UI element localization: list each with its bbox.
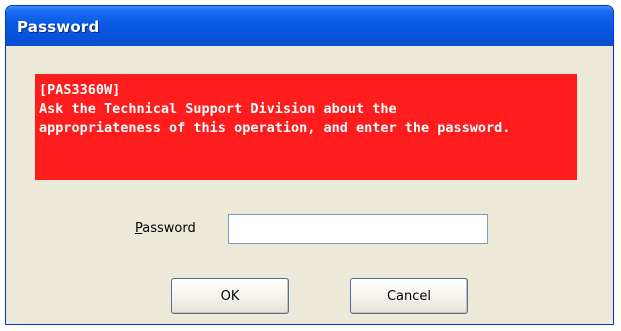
ok-button[interactable]: OK: [171, 278, 289, 314]
dialog-body: [PAS3360W] Ask the Technical Support Div…: [9, 46, 610, 321]
password-label-rest: assword: [142, 221, 196, 236]
password-label: Password: [135, 221, 196, 236]
cancel-button[interactable]: Cancel: [350, 278, 468, 314]
password-input[interactable]: [228, 214, 488, 244]
warning-text-line-1: Ask the Technical Support Division about…: [39, 101, 397, 117]
window-title: Password: [17, 18, 100, 36]
title-bar[interactable]: Password: [6, 6, 613, 46]
password-dialog: Password [PAS3360W] Ask the Technical Su…: [5, 5, 614, 325]
warning-text-line-2: appropriateness of this operation, and e…: [39, 120, 511, 136]
warning-message-panel: [PAS3360W] Ask the Technical Support Div…: [35, 74, 577, 180]
warning-code: [PAS3360W]: [39, 82, 121, 98]
